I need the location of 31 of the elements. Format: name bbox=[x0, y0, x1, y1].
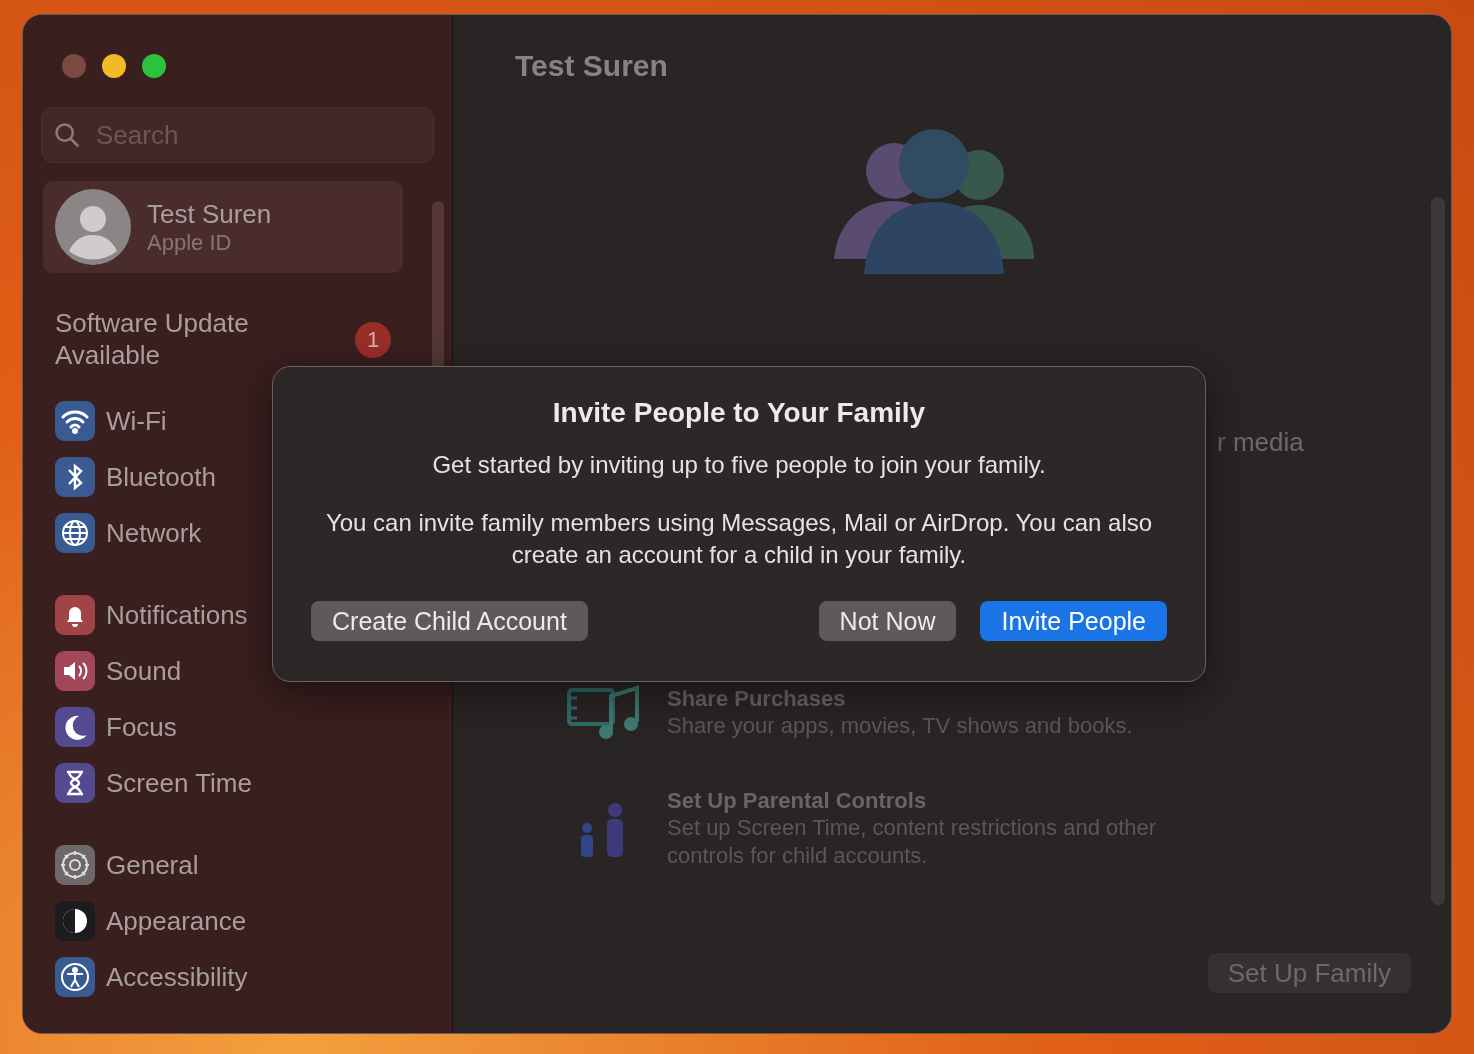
primary-button[interactable]: Invite People bbox=[980, 601, 1167, 641]
close-button[interactable] bbox=[62, 54, 86, 78]
description-text: r media bbox=[1217, 427, 1305, 458]
family-icon bbox=[834, 129, 1034, 274]
sidebar-item[interactable]: Screen Time bbox=[41, 755, 315, 811]
window-title: Test Suren bbox=[515, 49, 669, 83]
update-count-badge: 1 bbox=[355, 322, 391, 358]
search-icon bbox=[53, 121, 81, 149]
sidebar-item[interactable]: Network bbox=[41, 505, 315, 561]
zoom-button[interactable] bbox=[142, 54, 166, 78]
dialog-button[interactable]: Not Now bbox=[818, 601, 957, 641]
dialog-details: You can invite family members using Messages, Mail or AirDrop. You can also create an account for a child in your family. bbox=[324, 508, 1154, 570]
avatar-icon bbox=[55, 189, 131, 265]
sidebar-item[interactable]: Focus bbox=[41, 699, 315, 755]
sidebar-item[interactable]: Sound bbox=[41, 643, 315, 699]
dialog-button[interactable]: Create Child Account bbox=[311, 601, 588, 641]
software-update-label[interactable]: Software Update Available bbox=[55, 307, 295, 371]
account-item[interactable]: Test Suren Apple ID bbox=[43, 181, 403, 273]
minimize-button[interactable] bbox=[102, 54, 126, 78]
sidebar-item[interactable]: Appearance bbox=[41, 893, 315, 949]
sidebar-item[interactable]: Wi-Fi bbox=[41, 393, 315, 449]
sidebar-item[interactable]: General bbox=[41, 837, 315, 893]
film-music-icon bbox=[567, 684, 639, 742]
feature-title: Set Up Parental Controls bbox=[667, 788, 928, 814]
dialog-message: Get started by inviting up to five people to join your family. bbox=[431, 450, 1047, 480]
dialog-title: Invite People to Your Family bbox=[552, 397, 926, 429]
sidebar-item[interactable]: Accessibility bbox=[41, 949, 315, 1005]
feature-title: Share Purchases bbox=[667, 686, 847, 712]
account-name: Test Suren bbox=[147, 198, 272, 230]
sidebar-item[interactable]: Bluetooth bbox=[41, 449, 315, 505]
account-subtitle: Apple ID bbox=[147, 229, 233, 256]
